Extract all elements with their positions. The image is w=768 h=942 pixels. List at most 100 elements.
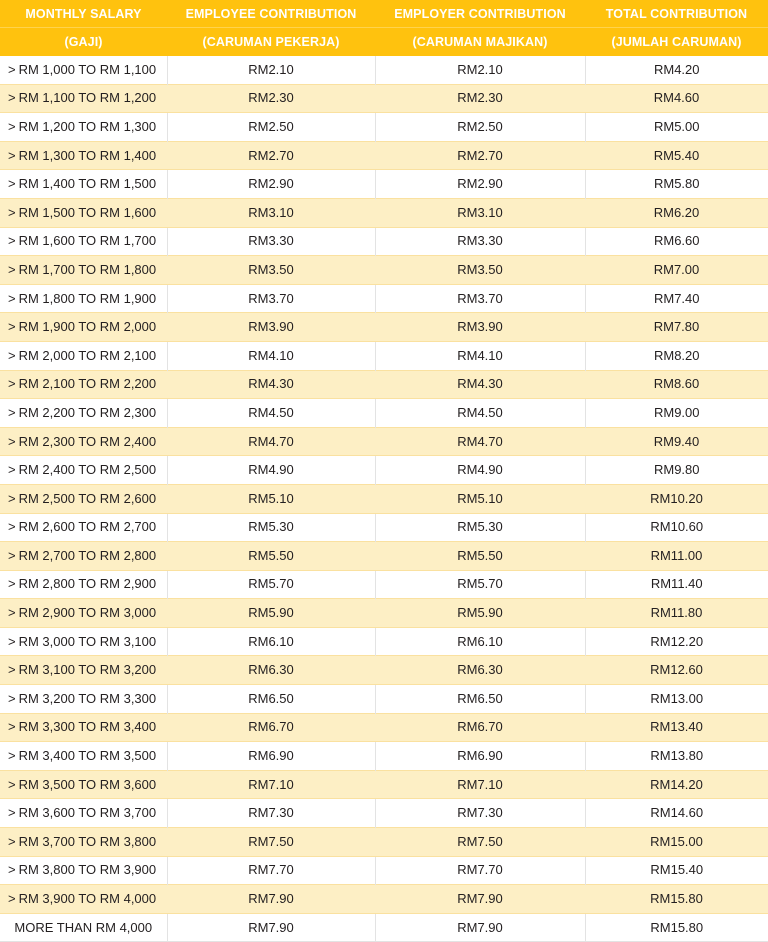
cell-employer-contribution: RM2.70 <box>375 140 585 171</box>
cell-monthly-salary: > RM 3,800 TO RM 3,900 <box>0 856 168 885</box>
cell-employee-contribution: RM4.90 <box>167 455 376 485</box>
table-row: > RM 2,800 TO RM 2,900 RM5.70 RM5.70 RM11.40 <box>0 570 768 599</box>
cell-employer-contribution: RM4.10 <box>375 341 586 371</box>
table-row: > RM 2,600 TO RM 2,700 RM5.30 RM5.30 RM10.60 <box>0 513 768 542</box>
cell-employee-contribution: RM3.90 <box>167 312 375 342</box>
cell-employer-contribution: RM3.90 <box>375 312 585 342</box>
cell-monthly-salary: > RM 3,500 TO RM 3,600 <box>0 769 167 800</box>
cell-employee-contribution: RM7.30 <box>167 798 376 828</box>
table-row: > RM 3,600 TO RM 3,700 RM7.30 RM7.30 RM14.60 <box>0 798 768 828</box>
cell-employee-contribution: RM2.50 <box>167 112 376 142</box>
cell-employee-contribution: RM3.30 <box>167 227 376 256</box>
cell-employee-contribution: RM6.90 <box>167 741 376 771</box>
cell-employer-contribution: RM2.30 <box>375 83 585 114</box>
cell-employer-contribution: RM7.50 <box>375 827 585 857</box>
cell-employee-contribution: RM3.70 <box>167 284 376 313</box>
column-subheader-gaji: (GAJI) <box>0 27 167 56</box>
greater-than-icon: > <box>8 519 16 535</box>
cell-employee-contribution: RM5.30 <box>167 513 376 542</box>
cell-monthly-salary: > RM 2,400 TO RM 2,500 <box>0 455 168 485</box>
cell-employer-contribution: RM6.70 <box>375 712 585 743</box>
cell-employer-contribution: RM6.10 <box>375 627 586 656</box>
cell-monthly-salary: > RM 2,500 TO RM 2,600 <box>0 483 167 514</box>
table-row: > RM 2,700 TO RM 2,800 RM5.50 RM5.50 RM11.00 <box>0 541 768 571</box>
greater-than-icon: > <box>8 204 16 220</box>
cell-total-contribution: RM15.80 <box>585 884 768 914</box>
cell-total-contribution: RM8.60 <box>585 369 768 400</box>
cell-total-contribution: RM8.20 <box>585 341 768 371</box>
cell-employer-contribution: RM3.50 <box>375 255 585 285</box>
cell-monthly-salary: > RM 2,100 TO RM 2,200 <box>0 369 167 400</box>
greater-than-icon: > <box>8 319 16 335</box>
greater-than-icon: > <box>8 90 16 106</box>
cell-total-contribution: RM12.60 <box>585 655 768 686</box>
cell-monthly-salary: > RM 1,800 TO RM 1,900 <box>0 284 168 313</box>
cell-total-contribution: RM14.60 <box>585 798 768 828</box>
table-row: > RM 1,200 TO RM 1,300 RM2.50 RM2.50 RM5.00 <box>0 112 768 142</box>
cell-employer-contribution: RM4.50 <box>375 398 586 428</box>
cell-employee-contribution: RM7.10 <box>167 769 375 800</box>
cell-employer-contribution: RM6.50 <box>375 684 586 714</box>
table-row: > RM 3,700 TO RM 3,800 RM7.50 RM7.50 RM15.00 <box>0 827 768 857</box>
cell-total-contribution: RM4.20 <box>585 55 768 85</box>
greater-than-icon: > <box>8 61 16 77</box>
cell-total-contribution: RM13.00 <box>585 684 768 714</box>
table-row: > RM 1,900 TO RM 2,000 RM3.90 RM3.90 RM7.80 <box>0 312 768 342</box>
table-row: > RM 3,100 TO RM 3,200 RM6.30 RM6.30 RM12.60 <box>0 655 768 686</box>
cell-monthly-salary: > RM 3,300 TO RM 3,400 <box>0 712 167 743</box>
cell-total-contribution: RM13.80 <box>585 741 768 771</box>
cell-employer-contribution: RM5.90 <box>375 598 585 628</box>
cell-employee-contribution: RM4.30 <box>167 369 375 400</box>
table-row: > RM 1,000 TO RM 1,100 RM2.10 RM2.10 RM4.20 <box>0 55 768 85</box>
cell-monthly-salary: > RM 1,600 TO RM 1,700 <box>0 227 168 256</box>
cell-employee-contribution: RM7.90 <box>167 884 375 914</box>
cell-employer-contribution: RM7.90 <box>375 913 586 942</box>
cell-total-contribution: RM5.80 <box>585 169 768 199</box>
cell-monthly-salary: > RM 2,300 TO RM 2,400 <box>0 426 167 457</box>
cell-total-contribution: RM7.80 <box>585 312 768 342</box>
greater-than-icon: > <box>8 176 16 192</box>
cell-employee-contribution: RM6.70 <box>167 712 375 743</box>
cell-monthly-salary: > RM 3,900 TO RM 4,000 <box>0 884 167 914</box>
cell-total-contribution: RM7.40 <box>585 284 768 313</box>
cell-total-contribution: RM12.20 <box>585 627 768 656</box>
cell-employer-contribution: RM2.50 <box>375 112 586 142</box>
cell-total-contribution: RM13.40 <box>585 712 768 743</box>
table-row: > RM 3,500 TO RM 3,600 RM7.10 RM7.10 RM14.20 <box>0 769 768 800</box>
cell-employee-contribution: RM2.10 <box>167 55 376 85</box>
cell-employer-contribution: RM5.70 <box>375 570 586 599</box>
cell-employer-contribution: RM5.30 <box>375 513 586 542</box>
cell-total-contribution: RM15.00 <box>585 827 768 857</box>
greater-than-icon: > <box>8 347 16 363</box>
greater-than-icon: > <box>8 833 16 849</box>
cell-total-contribution: RM11.00 <box>585 541 768 571</box>
cell-employer-contribution: RM4.90 <box>375 455 586 485</box>
greater-than-icon: > <box>8 547 16 563</box>
cell-employer-contribution: RM3.10 <box>375 197 585 228</box>
cell-employer-contribution: RM6.90 <box>375 741 586 771</box>
cell-total-contribution: RM11.80 <box>585 598 768 628</box>
cell-employee-contribution: RM3.10 <box>167 197 375 228</box>
cell-monthly-salary: > RM 2,900 TO RM 3,000 <box>0 598 167 628</box>
cell-monthly-salary: > RM 3,200 TO RM 3,300 <box>0 684 168 714</box>
table-body: > RM 1,000 TO RM 1,100 RM2.10 RM2.10 RM4.20 >… <box>0 55 768 942</box>
table-row: > RM 1,300 TO RM 1,400 RM2.70 RM2.70 RM5.40 <box>0 140 768 171</box>
cell-employee-contribution: RM3.50 <box>167 255 375 285</box>
cell-employee-contribution: RM5.10 <box>167 483 375 514</box>
table-row: > RM 1,100 TO RM 1,200 RM2.30 RM2.30 RM4.60 <box>0 83 768 114</box>
cell-monthly-salary: > RM 3,400 TO RM 3,500 <box>0 741 168 771</box>
cell-total-contribution: RM5.00 <box>585 112 768 142</box>
column-subheader-caruman-majikan: (CARUMAN MAJIKAN) <box>375 27 585 56</box>
cell-employee-contribution: RM7.90 <box>167 913 376 942</box>
table-row: > RM 2,400 TO RM 2,500 RM4.90 RM4.90 RM9.80 <box>0 455 768 485</box>
cell-monthly-salary: > RM 1,700 TO RM 1,800 <box>0 255 167 285</box>
greater-than-icon: > <box>8 290 16 306</box>
cell-employer-contribution: RM3.70 <box>375 284 586 313</box>
greater-than-icon: > <box>8 261 16 277</box>
cell-total-contribution: RM11.40 <box>585 570 768 599</box>
cell-monthly-salary: > RM 1,300 TO RM 1,400 <box>0 140 167 171</box>
cell-employer-contribution: RM4.30 <box>375 369 585 400</box>
cell-monthly-salary: > RM 3,100 TO RM 3,200 <box>0 655 167 686</box>
cell-monthly-salary: > RM 1,000 TO RM 1,100 <box>0 55 168 85</box>
header-row-english: MONTHLY SALARY EMPLOYEE CONTRIBUTION EMP… <box>0 0 768 28</box>
